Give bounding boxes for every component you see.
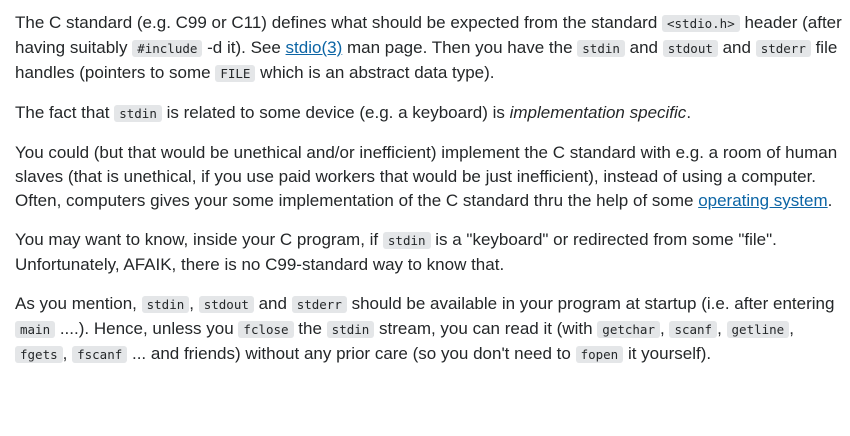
- inline-code: stdin: [114, 105, 162, 122]
- inline-code: stdout: [198, 296, 254, 313]
- text-run: should be available in your program at s…: [346, 294, 835, 313]
- inline-code: stdin: [577, 40, 625, 57]
- answer-body: The C standard (e.g. C99 or C11) defines…: [0, 0, 850, 367]
- text-run: and: [717, 38, 756, 57]
- inline-code: getline: [726, 321, 790, 338]
- inline-code: fopen: [575, 346, 624, 363]
- text-run: As you mention,: [15, 294, 142, 313]
- text-run: The fact that: [15, 103, 115, 122]
- text-run: ... and friends) without any prior care …: [127, 344, 576, 363]
- text-run: and: [253, 294, 292, 313]
- paragraph-standard-stdio: The C standard (e.g. C99 or C11) defines…: [15, 11, 850, 86]
- text-run: is related to some device (e.g. a keyboa…: [161, 103, 510, 122]
- inline-code: FILE: [215, 65, 256, 82]
- text-run: ....). Hence, unless you: [55, 319, 239, 338]
- inline-code: stdin: [326, 321, 375, 338]
- inline-code: stderr: [755, 40, 811, 57]
- inline-code: fgets: [15, 346, 63, 363]
- inline-code: getchar: [597, 321, 660, 338]
- text-run: ,: [62, 344, 73, 363]
- inline-code: fclose: [238, 321, 294, 338]
- paragraph-implementation: You could (but that would be unethical a…: [15, 141, 850, 213]
- inline-code: stdin: [141, 296, 190, 313]
- paragraph-startup-streams: As you mention, stdin, stdout and stderr…: [15, 292, 850, 367]
- text-run: ,: [789, 319, 794, 338]
- inline-code: scanf: [669, 321, 718, 338]
- text-run: .: [827, 191, 833, 210]
- text-run: ,: [717, 319, 727, 338]
- inline-code: stderr: [291, 296, 347, 313]
- inline-code: main: [15, 321, 56, 338]
- inline-code: stdin: [382, 232, 431, 249]
- text-run: .: [686, 103, 692, 122]
- link-stdio-3[interactable]: stdio(3): [286, 38, 343, 57]
- text-run: the: [293, 319, 327, 338]
- text-run: stream, you can read it (with: [374, 319, 598, 338]
- emphasis-text: implementation specific: [509, 103, 687, 122]
- text-run: You may want to know, inside your C prog…: [15, 230, 383, 249]
- paragraph-stdin-device: The fact that stdin is related to some d…: [15, 101, 850, 126]
- text-run: and: [624, 38, 663, 57]
- inline-code: fscanf: [72, 346, 128, 363]
- text-run: The C standard (e.g. C99 or C11) defines…: [15, 13, 662, 32]
- text-run: which is an abstract data type).: [255, 63, 495, 82]
- link-operating-system[interactable]: operating system: [698, 191, 827, 210]
- text-run: it yourself).: [623, 344, 712, 363]
- inline-code: <stdio.h>: [662, 15, 740, 32]
- inline-code: stdout: [662, 40, 718, 57]
- inline-code: #include: [132, 40, 203, 57]
- text-run: man page. Then you have the: [342, 38, 578, 57]
- text-run: ,: [189, 294, 199, 313]
- paragraph-keyboard-redirect: You may want to know, inside your C prog…: [15, 228, 850, 277]
- text-run: -d it). See: [202, 38, 286, 57]
